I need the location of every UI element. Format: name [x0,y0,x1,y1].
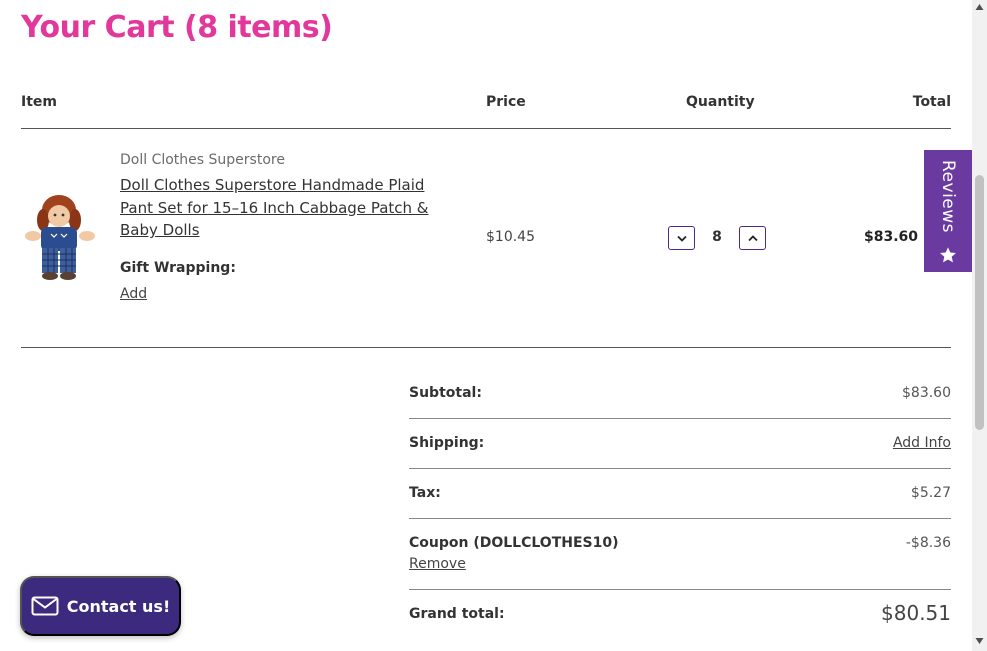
quantity-decrement-button[interactable] [668,226,695,250]
scrollbar-thumb[interactable] [975,175,984,430]
tax-value: $5.27 [910,485,951,501]
coupon-label: Coupon (DOLLCLOTHES10) [409,535,619,551]
reviews-tab-label: Reviews [938,160,958,234]
contact-us-label: Contact us! [66,596,171,616]
contact-us-button[interactable]: Contact us! [20,576,181,636]
product-vendor: Doll Clothes Superstore [120,152,285,168]
envelope-icon [31,596,59,616]
product-image[interactable] [21,190,97,285]
subtotal-label: Subtotal: [409,385,482,401]
line-total: $83.60 [863,229,918,245]
column-header-quantity: Quantity [686,94,755,110]
reviews-tab[interactable]: Reviews [924,150,972,272]
scroll-down-arrow-icon[interactable] [975,637,984,645]
product-title-link[interactable]: Doll Clothes Superstore Handmade Plaid P… [120,174,450,242]
tax-label: Tax: [409,485,441,501]
scroll-up-arrow-icon[interactable] [975,3,984,11]
shipping-add-info-link[interactable]: Add Info [893,435,951,451]
chevron-up-icon [747,234,758,241]
subtotal-value: $83.60 [902,385,951,401]
grand-total-value: $80.51 [881,601,951,625]
star-icon [940,247,956,263]
coupon-remove-link[interactable]: Remove [409,556,466,572]
column-header-item: Item [21,94,57,110]
quantity-increment-button[interactable] [739,226,766,250]
summary-divider [409,518,951,519]
cart-items-divider [21,347,951,348]
summary-divider [409,418,951,419]
column-header-total: Total [912,94,951,110]
unit-price: $10.45 [486,229,535,245]
quantity-value[interactable]: 8 [706,229,728,245]
gift-wrapping-add-link[interactable]: Add [120,286,147,302]
summary-divider [409,589,951,590]
grand-total-label: Grand total: [409,606,505,622]
coupon-value: -$8.36 [905,535,951,551]
table-header-divider [21,128,951,129]
summary-divider [409,468,951,469]
column-header-price: Price [486,94,526,110]
gift-wrapping-label: Gift Wrapping: [120,260,236,276]
shipping-label: Shipping: [409,435,485,451]
chevron-down-icon [676,235,687,242]
page-title: Your Cart (8 items) [21,10,333,45]
